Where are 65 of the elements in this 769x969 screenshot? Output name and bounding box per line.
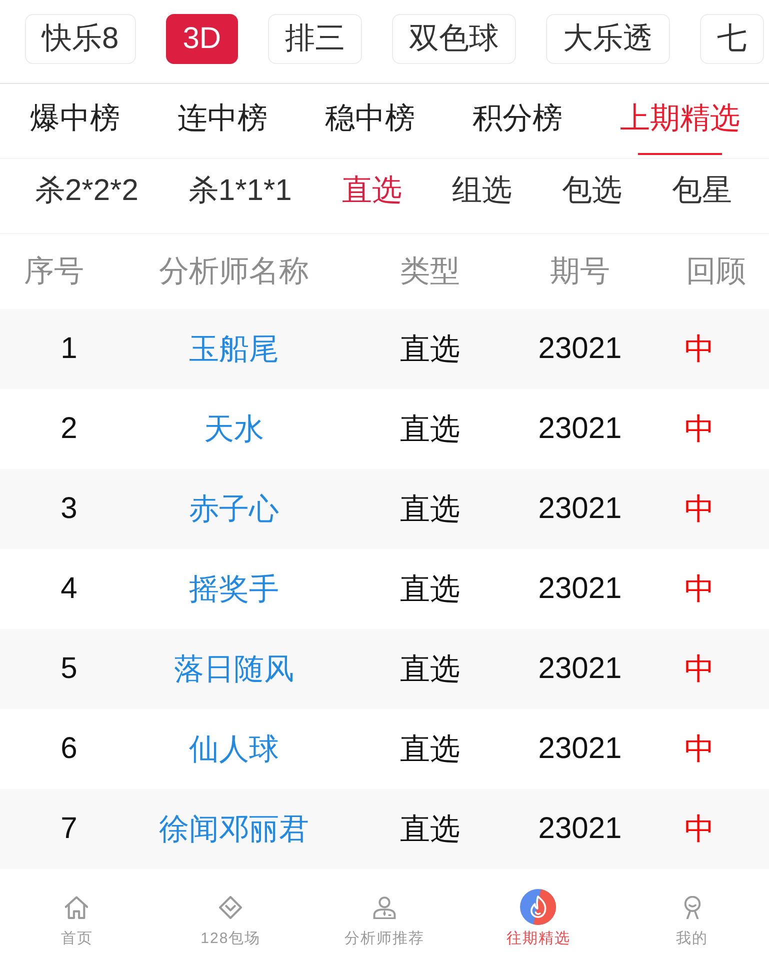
table-cell: 1 [60, 332, 78, 365]
column-header: 类型 [400, 255, 460, 288]
rank-tab[interactable]: 稳中榜 [325, 84, 415, 158]
nav-tab[interactable]: 我的 [615, 869, 769, 969]
table-cell: 中 [684, 572, 714, 606]
table-cell: 23021 [538, 652, 622, 685]
lottery-tab[interactable]: 3D [166, 14, 238, 64]
table-cell: 直选 [400, 652, 460, 686]
nav-tab[interactable]: 首页 [0, 869, 154, 969]
nav-tab[interactable]: 128包场 [154, 869, 308, 969]
table-cell: 23021 [538, 572, 622, 605]
rank-tab[interactable]: 爆中榜 [30, 84, 120, 158]
table-cell: 7 [60, 812, 78, 845]
analyst-link[interactable]: 玉船尾 [189, 332, 279, 366]
table-cell: 3 [60, 492, 78, 525]
table-cell: 中 [684, 492, 714, 526]
lottery-tab[interactable]: 快乐8 [25, 14, 136, 64]
rank-tab[interactable]: 连中榜 [178, 84, 268, 158]
table-cell: 中 [684, 732, 714, 766]
filter-tab[interactable]: 组选 [452, 173, 512, 219]
home-icon [65, 896, 88, 918]
table-cell: 中 [684, 812, 714, 846]
rank-tab[interactable]: 积分榜 [472, 84, 562, 158]
filter-tab[interactable]: 杀1*1*1 [188, 173, 292, 219]
table-cell: 5 [60, 652, 78, 685]
table-cell: 中 [684, 332, 714, 366]
nav-tab[interactable]: 分析师推荐 [308, 869, 462, 969]
table-cell: 4 [60, 572, 78, 605]
table-cell: 中 [684, 652, 714, 686]
table-cell: 直选 [400, 412, 460, 446]
column-header: 回顾 [686, 255, 746, 288]
table-cell: 中 [684, 412, 714, 446]
table-cell: 直选 [400, 332, 460, 366]
filter-tab[interactable]: 包选 [562, 173, 622, 219]
lottery-tab[interactable]: 七 [700, 14, 764, 64]
analyst-link[interactable]: 仙人球 [189, 732, 279, 766]
rank-tab[interactable]: 上期精选 [620, 84, 740, 158]
table-cell: 23021 [538, 492, 622, 525]
analyst-link[interactable]: 摇奖手 [189, 572, 279, 606]
nav-tab[interactable]: 往期精选 [461, 869, 616, 969]
table-cell: 23021 [538, 732, 622, 765]
table-cell: 23021 [538, 412, 622, 445]
analyst-link[interactable]: 徐闻邓丽君 [159, 812, 309, 846]
table-cell: 6 [60, 732, 78, 765]
filter-tab[interactable]: 杀2*2*2 [35, 173, 138, 219]
filter-tab[interactable]: 直选 [342, 173, 402, 219]
lottery-tab[interactable]: 双色球 [392, 14, 516, 64]
column-header: 期号 [550, 255, 610, 288]
diamond-icon [219, 896, 242, 918]
table-cell: 直选 [400, 812, 460, 846]
table-cell: 直选 [400, 492, 460, 526]
table-cell: 23021 [538, 812, 622, 845]
lottery-tab[interactable]: 排三 [268, 14, 362, 64]
lottery-tab[interactable]: 大乐透 [546, 14, 670, 64]
table-cell: 2 [60, 412, 78, 445]
table-cell: 直选 [400, 732, 460, 766]
analyst-link[interactable]: 落日随风 [174, 652, 294, 686]
person-with-tie-icon [372, 896, 396, 918]
filter-tab[interactable]: 包星 [672, 173, 732, 219]
column-header: 分析师名称 [159, 255, 309, 288]
table-cell: 23021 [538, 332, 622, 365]
analyst-link[interactable]: 天水 [204, 412, 264, 446]
table-cell: 直选 [400, 572, 460, 606]
analyst-link[interactable]: 赤子心 [189, 492, 279, 526]
column-header: 序号 [24, 255, 84, 288]
